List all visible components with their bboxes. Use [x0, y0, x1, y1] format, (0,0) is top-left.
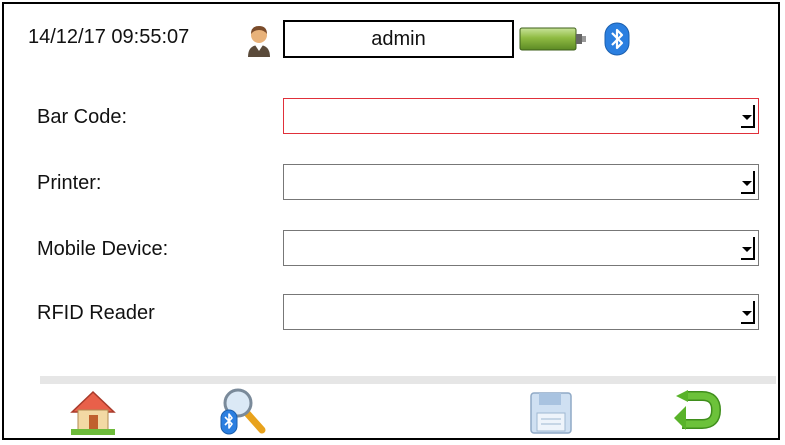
device-screen: 14/12/17 09:55:07 admin Bar Code: Printe… — [2, 2, 780, 440]
rfid-reader-select[interactable] — [283, 294, 759, 330]
bluetooth-icon[interactable] — [604, 22, 630, 56]
barcode-row: Bar Code: — [4, 98, 778, 138]
printer-label: Printer: — [37, 172, 102, 194]
dropdown-arrow-icon[interactable] — [738, 103, 756, 130]
bottom-toolbar — [4, 376, 778, 438]
status-bar: 14/12/17 09:55:07 admin — [4, 4, 778, 74]
back-arrow-icon[interactable] — [672, 388, 722, 436]
user-icon — [248, 26, 270, 57]
datetime-display: 14/12/17 09:55:07 — [28, 26, 190, 48]
mobile-device-row: Mobile Device: — [4, 230, 778, 270]
barcode-select[interactable] — [283, 98, 759, 134]
home-icon[interactable] — [68, 388, 118, 436]
rfid-reader-row: RFID Reader — [4, 294, 778, 334]
username-text: admin — [371, 27, 426, 50]
rfid-reader-label: RFID Reader — [37, 302, 155, 324]
mobile-device-select[interactable] — [283, 230, 759, 266]
bluetooth-search-icon[interactable] — [218, 388, 268, 436]
barcode-label: Bar Code: — [37, 106, 128, 128]
username-display[interactable]: admin — [283, 20, 514, 58]
toolbar-divider — [40, 376, 776, 384]
mobile-device-label: Mobile Device: — [37, 238, 169, 260]
dropdown-arrow-icon[interactable] — [738, 299, 756, 326]
save-icon[interactable] — [526, 388, 576, 436]
dropdown-arrow-icon[interactable] — [738, 235, 756, 262]
dropdown-arrow-icon[interactable] — [738, 169, 756, 196]
printer-row: Printer: — [4, 164, 778, 204]
printer-select[interactable] — [283, 164, 759, 200]
battery-icon — [519, 27, 586, 51]
